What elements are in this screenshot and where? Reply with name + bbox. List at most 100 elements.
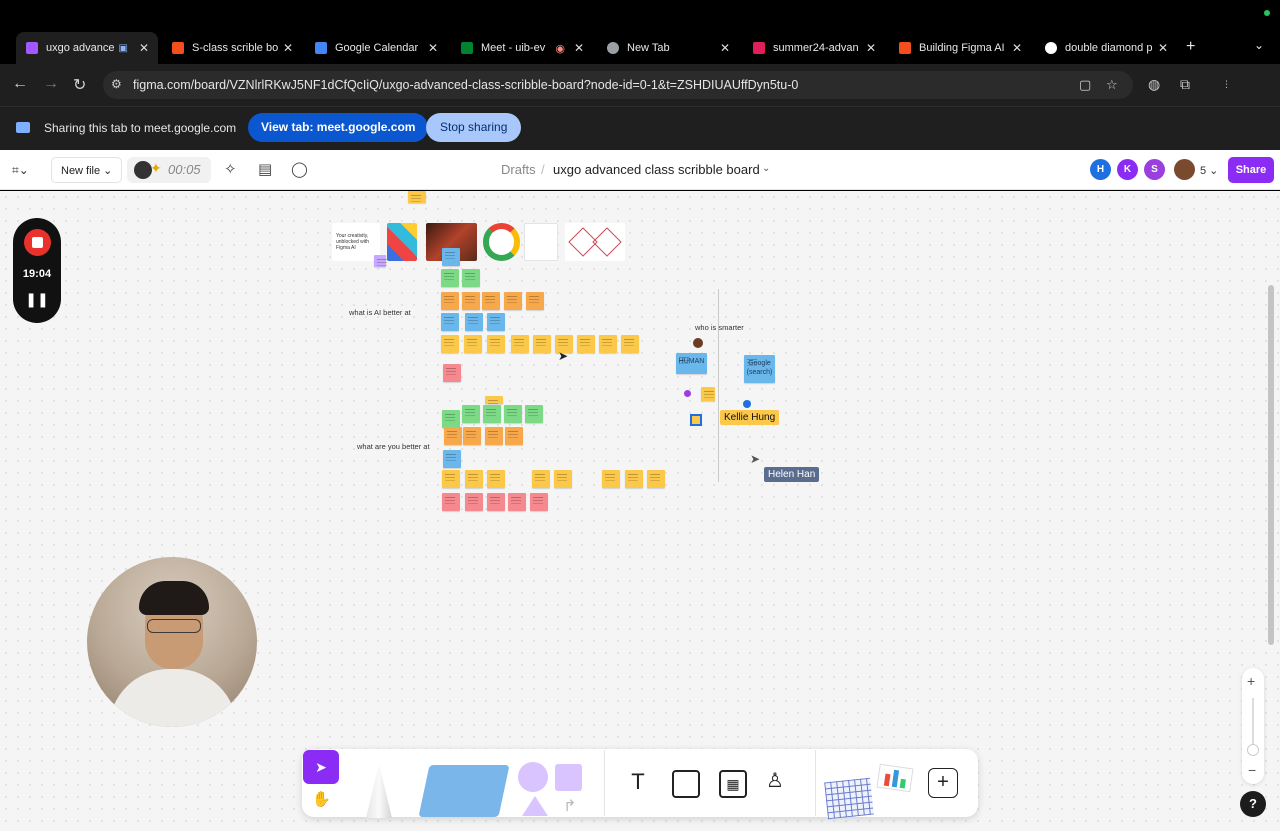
- sticky-google[interactable]: Google (search): [744, 355, 775, 383]
- sticky-note[interactable]: [441, 335, 459, 353]
- tab-summer24[interactable]: summer24-advan ✕: [743, 34, 885, 62]
- doc-thumbnail[interactable]: [524, 223, 558, 261]
- pause-icon[interactable]: ❚❚: [13, 291, 61, 308]
- avatar-count[interactable]: 5 ⌄: [1200, 164, 1218, 177]
- close-tab-icon[interactable]: ✕: [863, 41, 879, 55]
- share-button[interactable]: Share: [1228, 157, 1274, 183]
- label-you-better[interactable]: what are you better at: [357, 442, 430, 451]
- tab-double-diamond[interactable]: double diamond p ✕: [1035, 34, 1177, 62]
- circle-shape-icon[interactable]: [518, 762, 548, 792]
- sticky-note[interactable]: [505, 427, 523, 445]
- sticky-note[interactable]: [374, 255, 387, 267]
- sticky-note[interactable]: [443, 364, 461, 382]
- ooda-loop-thumbnail[interactable]: [483, 223, 520, 261]
- sticky-note[interactable]: [625, 470, 643, 488]
- avatar-s[interactable]: S: [1144, 159, 1165, 180]
- sticky-human[interactable]: HUMAN: [676, 353, 707, 374]
- label-who-smarter[interactable]: who is smarter: [695, 323, 744, 332]
- sticky-note[interactable]: [511, 335, 529, 353]
- label-ai-better[interactable]: what is AI better at: [349, 308, 411, 317]
- avatar-photo[interactable]: [1174, 159, 1195, 180]
- sticky-note[interactable]: [577, 335, 595, 353]
- tab-search-chevron-icon[interactable]: ⌄: [1254, 38, 1264, 52]
- hand-tool-icon[interactable]: ✋: [312, 790, 331, 808]
- help-button[interactable]: ?: [1240, 791, 1266, 817]
- forward-icon[interactable]: →: [43, 75, 59, 93]
- close-tab-icon[interactable]: ✕: [571, 41, 587, 55]
- breadcrumb-drafts[interactable]: Drafts: [501, 162, 536, 177]
- text-tool-icon[interactable]: T: [624, 770, 652, 798]
- sticky-note[interactable]: [487, 470, 505, 488]
- tab-s-class[interactable]: S-class scrible bo ✕: [162, 34, 302, 62]
- sticky-note[interactable]: [532, 470, 550, 488]
- avatar-sticker[interactable]: [693, 338, 703, 348]
- sticky-note[interactable]: [442, 410, 460, 428]
- close-tab-icon[interactable]: ✕: [280, 41, 296, 55]
- more-tools-plus-icon[interactable]: +: [928, 768, 958, 798]
- sticky-note[interactable]: [442, 248, 460, 266]
- diamond-thumbnail[interactable]: [565, 223, 625, 261]
- new-file-button[interactable]: New file ⌄: [51, 157, 123, 183]
- sticky-note[interactable]: [462, 269, 480, 287]
- site-info-icon[interactable]: ⚙: [111, 77, 122, 91]
- sticky-note[interactable]: [525, 405, 543, 423]
- sticky-note[interactable]: [483, 405, 501, 423]
- sticky-note[interactable]: [599, 335, 617, 353]
- sticky-note[interactable]: [485, 396, 503, 404]
- webcam-bubble[interactable]: [87, 557, 257, 727]
- tab-uxgo[interactable]: uxgo advance ▣ ✕: [16, 32, 158, 64]
- sticky-note[interactable]: [463, 427, 481, 445]
- file-title[interactable]: uxgo advanced class scribble board: [553, 162, 760, 177]
- sticky-note[interactable]: [647, 470, 665, 488]
- close-tab-icon[interactable]: ✕: [1155, 41, 1171, 55]
- chevron-down-icon[interactable]: ⌄: [762, 163, 770, 174]
- sticky-note[interactable]: [408, 191, 426, 203]
- selected-sticky[interactable]: [690, 414, 702, 426]
- vertical-scrollbar[interactable]: [1268, 285, 1274, 645]
- sticky-note[interactable]: [444, 427, 462, 445]
- close-tab-icon[interactable]: ✕: [425, 41, 441, 55]
- back-icon[interactable]: ←: [12, 75, 28, 93]
- board-canvas[interactable]: [0, 191, 1280, 831]
- sticky-note-tool-icon[interactable]: [418, 765, 510, 817]
- sticky-note[interactable]: [441, 269, 459, 287]
- sticky-note[interactable]: [482, 292, 500, 310]
- sticky-note[interactable]: [443, 450, 461, 468]
- tab-calendar[interactable]: Google Calendar ✕: [305, 34, 447, 62]
- sticky-note[interactable]: [504, 292, 522, 310]
- reload-icon[interactable]: ↻: [73, 75, 86, 95]
- comment-icon[interactable]: ◯: [291, 160, 308, 178]
- sticky-note[interactable]: [441, 313, 459, 331]
- sticky-note[interactable]: [464, 335, 482, 353]
- image-thumbnail[interactable]: [387, 223, 417, 261]
- template-grid-icon[interactable]: [824, 777, 874, 820]
- sticky-note[interactable]: [530, 493, 548, 511]
- section-tool-icon[interactable]: [672, 770, 700, 798]
- sticky-note[interactable]: [508, 493, 526, 511]
- sticky-note[interactable]: [504, 405, 522, 423]
- bookmark-star-icon[interactable]: ☆: [1106, 77, 1118, 93]
- connector-arrow-icon[interactable]: ↱: [563, 796, 576, 816]
- address-bar[interactable]: ⚙ figma.com/board/VZNlrlRKwJ5NF1dCfQcIiQ…: [103, 71, 1133, 99]
- tab-new-tab[interactable]: New Tab ✕: [597, 34, 739, 62]
- stamp-tool-icon[interactable]: ♙: [766, 768, 784, 793]
- sticky-note[interactable]: [487, 313, 505, 331]
- zoom-in-icon[interactable]: +: [1247, 673, 1255, 689]
- avatar-k[interactable]: K: [1117, 159, 1138, 180]
- close-tab-icon[interactable]: ✕: [717, 41, 733, 55]
- stop-recording-icon[interactable]: [24, 229, 51, 256]
- sticky-note[interactable]: [465, 493, 483, 511]
- close-tab-icon[interactable]: ✕: [1009, 41, 1025, 55]
- extension-icon[interactable]: ◍: [1148, 76, 1160, 93]
- sticky-note[interactable]: [442, 470, 460, 488]
- layout-icon[interactable]: ▤: [258, 160, 272, 178]
- sticky-note[interactable]: [602, 470, 620, 488]
- sticky-note[interactable]: [526, 292, 544, 310]
- move-tool-icon[interactable]: ➤: [303, 750, 339, 784]
- figma-menu-icon[interactable]: ⌗⌄: [12, 163, 29, 178]
- stop-sharing-button[interactable]: Stop sharing: [426, 113, 522, 142]
- sticky-note[interactable]: [487, 335, 505, 353]
- new-tab-plus-icon[interactable]: +: [1186, 38, 1195, 56]
- avatar-h[interactable]: H: [1090, 159, 1111, 180]
- ai-promo-thumbnail[interactable]: Your creativity, unblocked with Figma AI: [332, 223, 380, 261]
